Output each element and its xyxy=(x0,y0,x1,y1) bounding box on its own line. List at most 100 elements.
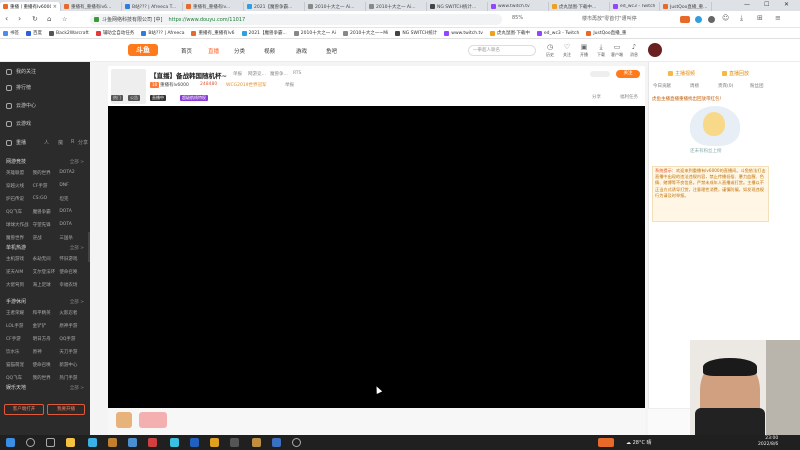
category-link[interactable]: QQ飞车 xyxy=(6,209,33,215)
category-link[interactable]: 原神手游 xyxy=(59,323,86,329)
category-link[interactable]: 主机游戏 xyxy=(6,256,33,262)
section-more-link[interactable]: 全部 > xyxy=(70,385,84,391)
section-more-link[interactable]: 全部 > xyxy=(70,299,84,305)
task-view-icon[interactable] xyxy=(46,438,55,447)
back-icon[interactable]: ‹ xyxy=(5,14,8,23)
share-link[interactable]: 分享 xyxy=(592,94,601,100)
url-field[interactable]: 斗鱼网络科技有限公司 [中] https://www.douyu.com/110… xyxy=(90,14,502,25)
category-link[interactable]: 魔兽世界 xyxy=(6,235,33,241)
section-more-link[interactable]: 全部 > xyxy=(70,245,84,251)
browser-tab[interactable]: 2010十大之一 Ai... xyxy=(305,2,366,11)
room-meta[interactable]: 魔兽争... xyxy=(270,71,288,77)
category-link[interactable]: CS:GO xyxy=(33,196,60,202)
tab-vip[interactable]: 贵宾(0) xyxy=(718,83,733,89)
category-link[interactable]: 逆战 xyxy=(33,235,60,241)
category-link[interactable]: 和平精英 xyxy=(33,310,60,316)
sidebar-item-cloud-game[interactable]: 云游戏 xyxy=(6,120,31,127)
maximize-icon[interactable]: ☐ xyxy=(764,1,769,8)
start-stream-button[interactable]: 我要开播 xyxy=(47,404,85,415)
bookmark-item[interactable]: 2010十大之一~Mi xyxy=(342,30,388,36)
start-icon[interactable] xyxy=(6,438,15,447)
sidebar-item-replay[interactable]: 重播 xyxy=(6,139,26,146)
person-icon[interactable]: 人 xyxy=(44,139,49,146)
category-link[interactable]: DNF xyxy=(59,183,86,189)
room-meta[interactable]: 网游竞... xyxy=(248,71,266,77)
category-link[interactable]: LOL手游 xyxy=(6,323,33,329)
search-icon[interactable] xyxy=(26,438,35,447)
browser-tab[interactable]: 重播有_重播有lv6... xyxy=(61,2,122,11)
gift-icon[interactable] xyxy=(116,412,132,428)
bookmark-item[interactable]: B站??? | Afreeca xyxy=(141,30,184,36)
category-link[interactable]: CF手游 xyxy=(33,183,60,189)
category-link[interactable]: 英雄联盟 xyxy=(6,170,33,176)
category-link[interactable]: DOTA2 xyxy=(59,170,86,176)
follow-button[interactable]: 关注 xyxy=(616,70,640,78)
browser-icon[interactable] xyxy=(88,438,97,447)
bookmark-item[interactable]: ed_wc3 - Twitch xyxy=(536,30,579,36)
extension-icon[interactable] xyxy=(695,16,702,23)
privilege-badge[interactable]: 超级航线特权 xyxy=(180,95,208,101)
category-link[interactable]: 坦克 xyxy=(59,196,86,202)
close-window-icon[interactable]: ✕ xyxy=(784,1,789,8)
category-link[interactable]: 穿越火线 xyxy=(6,183,33,189)
category-link[interactable]: 我的世界 xyxy=(33,375,60,381)
app-icon[interactable] xyxy=(210,438,219,447)
tab-anchor-video[interactable]: 主播视频 xyxy=(668,70,695,77)
toggle-switch[interactable] xyxy=(590,71,610,77)
app-icon[interactable] xyxy=(272,438,281,447)
bookmark-item[interactable]: www.twitch.tv xyxy=(444,30,483,36)
extension-icon[interactable] xyxy=(708,16,715,23)
sidebar-item-follow[interactable]: 我的关注 xyxy=(6,68,36,75)
category-link[interactable]: 王者荣耀 xyxy=(6,310,33,316)
tab-fans[interactable]: 粉丝团 xyxy=(750,83,764,89)
tab-weekly[interactable]: 周榜 xyxy=(690,83,699,89)
extension-icon[interactable] xyxy=(680,16,690,23)
bookmark-item[interactable]: 2021【魔兽争霸... xyxy=(241,30,287,36)
category-link[interactable]: 猫猫萌宠 xyxy=(6,362,33,368)
tab-today-contribution[interactable]: 今日贡献 xyxy=(653,83,671,89)
app-icon[interactable] xyxy=(252,438,261,447)
category-link[interactable]: 大佬驾到 xyxy=(6,282,33,288)
messages-button[interactable]: ♪ 消息 xyxy=(624,43,644,58)
category-link[interactable]: 幸福农场 xyxy=(59,282,86,288)
app-icon[interactable] xyxy=(230,438,239,447)
category-link[interactable]: 魔兽争霸 xyxy=(33,209,60,215)
r-icon[interactable]: R xyxy=(71,139,74,145)
nav-live[interactable]: 直播 xyxy=(208,47,219,55)
section-more-link[interactable]: 全部 > xyxy=(70,159,84,165)
browser-tab[interactable]: ed_wc3 - Twitch xyxy=(610,2,660,11)
search-input[interactable]: 一拳超人联名 xyxy=(468,45,536,56)
bookmark-item[interactable]: 重播有_重播有lv6 xyxy=(191,30,235,36)
gift-icon[interactable] xyxy=(139,412,167,428)
bookmark-item[interactable]: JustQoo直播_重 xyxy=(586,30,626,36)
browser-tab[interactable]: www.twitch.tv xyxy=(488,2,549,11)
download-icon[interactable]: ⤓ xyxy=(740,14,743,23)
tab-replay[interactable]: 直播回放 xyxy=(722,70,749,77)
browser-tab[interactable]: 2021【魔兽争霸... xyxy=(244,2,305,11)
browser-tab[interactable]: 2010十大之一 Ai... xyxy=(366,2,427,11)
category-link[interactable]: DOTA xyxy=(59,222,86,228)
app-icon[interactable] xyxy=(190,438,199,447)
sidebar-item-cloud-center[interactable]: 云游中心 xyxy=(6,102,36,109)
menu-icon[interactable]: ≡ xyxy=(775,14,781,22)
bookmark-item[interactable]: 2010十大之一 Ai xyxy=(293,30,336,36)
category-link[interactable]: DOTA xyxy=(59,209,86,215)
home-icon[interactable]: ⌂ xyxy=(47,15,51,23)
browser-tab[interactable]: 重播有_重播有lv... xyxy=(183,2,244,11)
room-meta[interactable]: RTS xyxy=(293,71,301,76)
category-link[interactable]: 明日方舟 xyxy=(33,336,60,342)
anchor-name[interactable]: 重播有lv6000 xyxy=(160,82,189,88)
bookmark-item[interactable]: 百度 xyxy=(26,30,42,36)
sidebar-section-header[interactable]: 娱乐天地 全部 > xyxy=(6,384,84,391)
nav-yuba[interactable]: 鱼吧 xyxy=(326,47,337,55)
puzzle-icon[interactable]: ⊞ xyxy=(757,14,763,22)
category-link[interactable]: 金铲铲 xyxy=(33,323,60,329)
nav-video[interactable]: 视频 xyxy=(264,47,275,55)
sidebar-section-header[interactable]: 网游竞技 全部 > xyxy=(6,158,84,165)
app-icon[interactable] xyxy=(148,438,157,447)
nav-category[interactable]: 分类 xyxy=(234,47,245,55)
browser-tab[interactable]: B站??? | Afreeca T... xyxy=(122,2,183,11)
minimize-icon[interactable]: — xyxy=(744,1,750,8)
report-link[interactable]: 举报 xyxy=(285,82,294,88)
warcraft-icon[interactable]: 魔 xyxy=(58,139,63,146)
